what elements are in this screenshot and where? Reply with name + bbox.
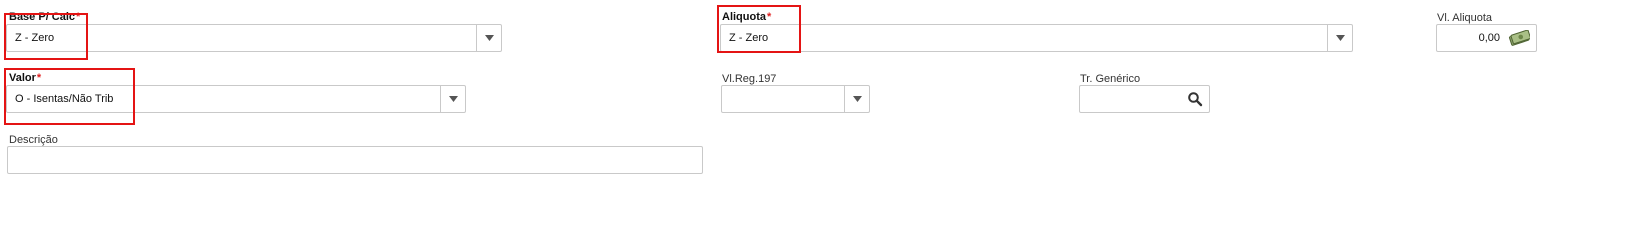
- base-calc-label: Base P/ Calc*: [9, 11, 81, 23]
- valor-value: O - Isentas/Não Trib: [15, 93, 114, 105]
- tr-generico-input[interactable]: [1079, 85, 1210, 113]
- descricao-input[interactable]: [7, 146, 703, 174]
- base-calc-select[interactable]: Z - Zero: [6, 24, 502, 52]
- valor-select[interactable]: O - Isentas/Não Trib: [6, 85, 466, 113]
- aliquota-dropdown-button[interactable]: [1327, 25, 1352, 51]
- valor-label: Valor*: [9, 72, 42, 84]
- required-mark: *: [767, 11, 772, 23]
- chevron-down-icon: [448, 96, 458, 102]
- valor-dropdown-button[interactable]: [440, 86, 465, 112]
- aliquota-label: Aliquota*: [722, 11, 772, 23]
- money-icon[interactable]: [1508, 30, 1530, 46]
- base-calc-dropdown-button[interactable]: [476, 25, 501, 51]
- vl-reg-197-dropdown-button[interactable]: [844, 86, 869, 112]
- aliquota-select[interactable]: Z - Zero: [720, 24, 1353, 52]
- vl-aliquota-field[interactable]: 0,00: [1436, 24, 1537, 52]
- required-mark: *: [76, 11, 81, 23]
- aliquota-value: Z - Zero: [729, 32, 769, 44]
- vl-reg-197-select[interactable]: [721, 85, 870, 113]
- required-mark: *: [36, 72, 42, 84]
- chevron-down-icon: [484, 35, 494, 41]
- base-calc-value: Z - Zero: [15, 32, 55, 44]
- vl-aliquota-value: 0,00: [1478, 32, 1500, 44]
- chevron-down-icon: [1335, 35, 1345, 41]
- search-icon[interactable]: [1187, 91, 1203, 107]
- chevron-down-icon: [852, 96, 862, 102]
